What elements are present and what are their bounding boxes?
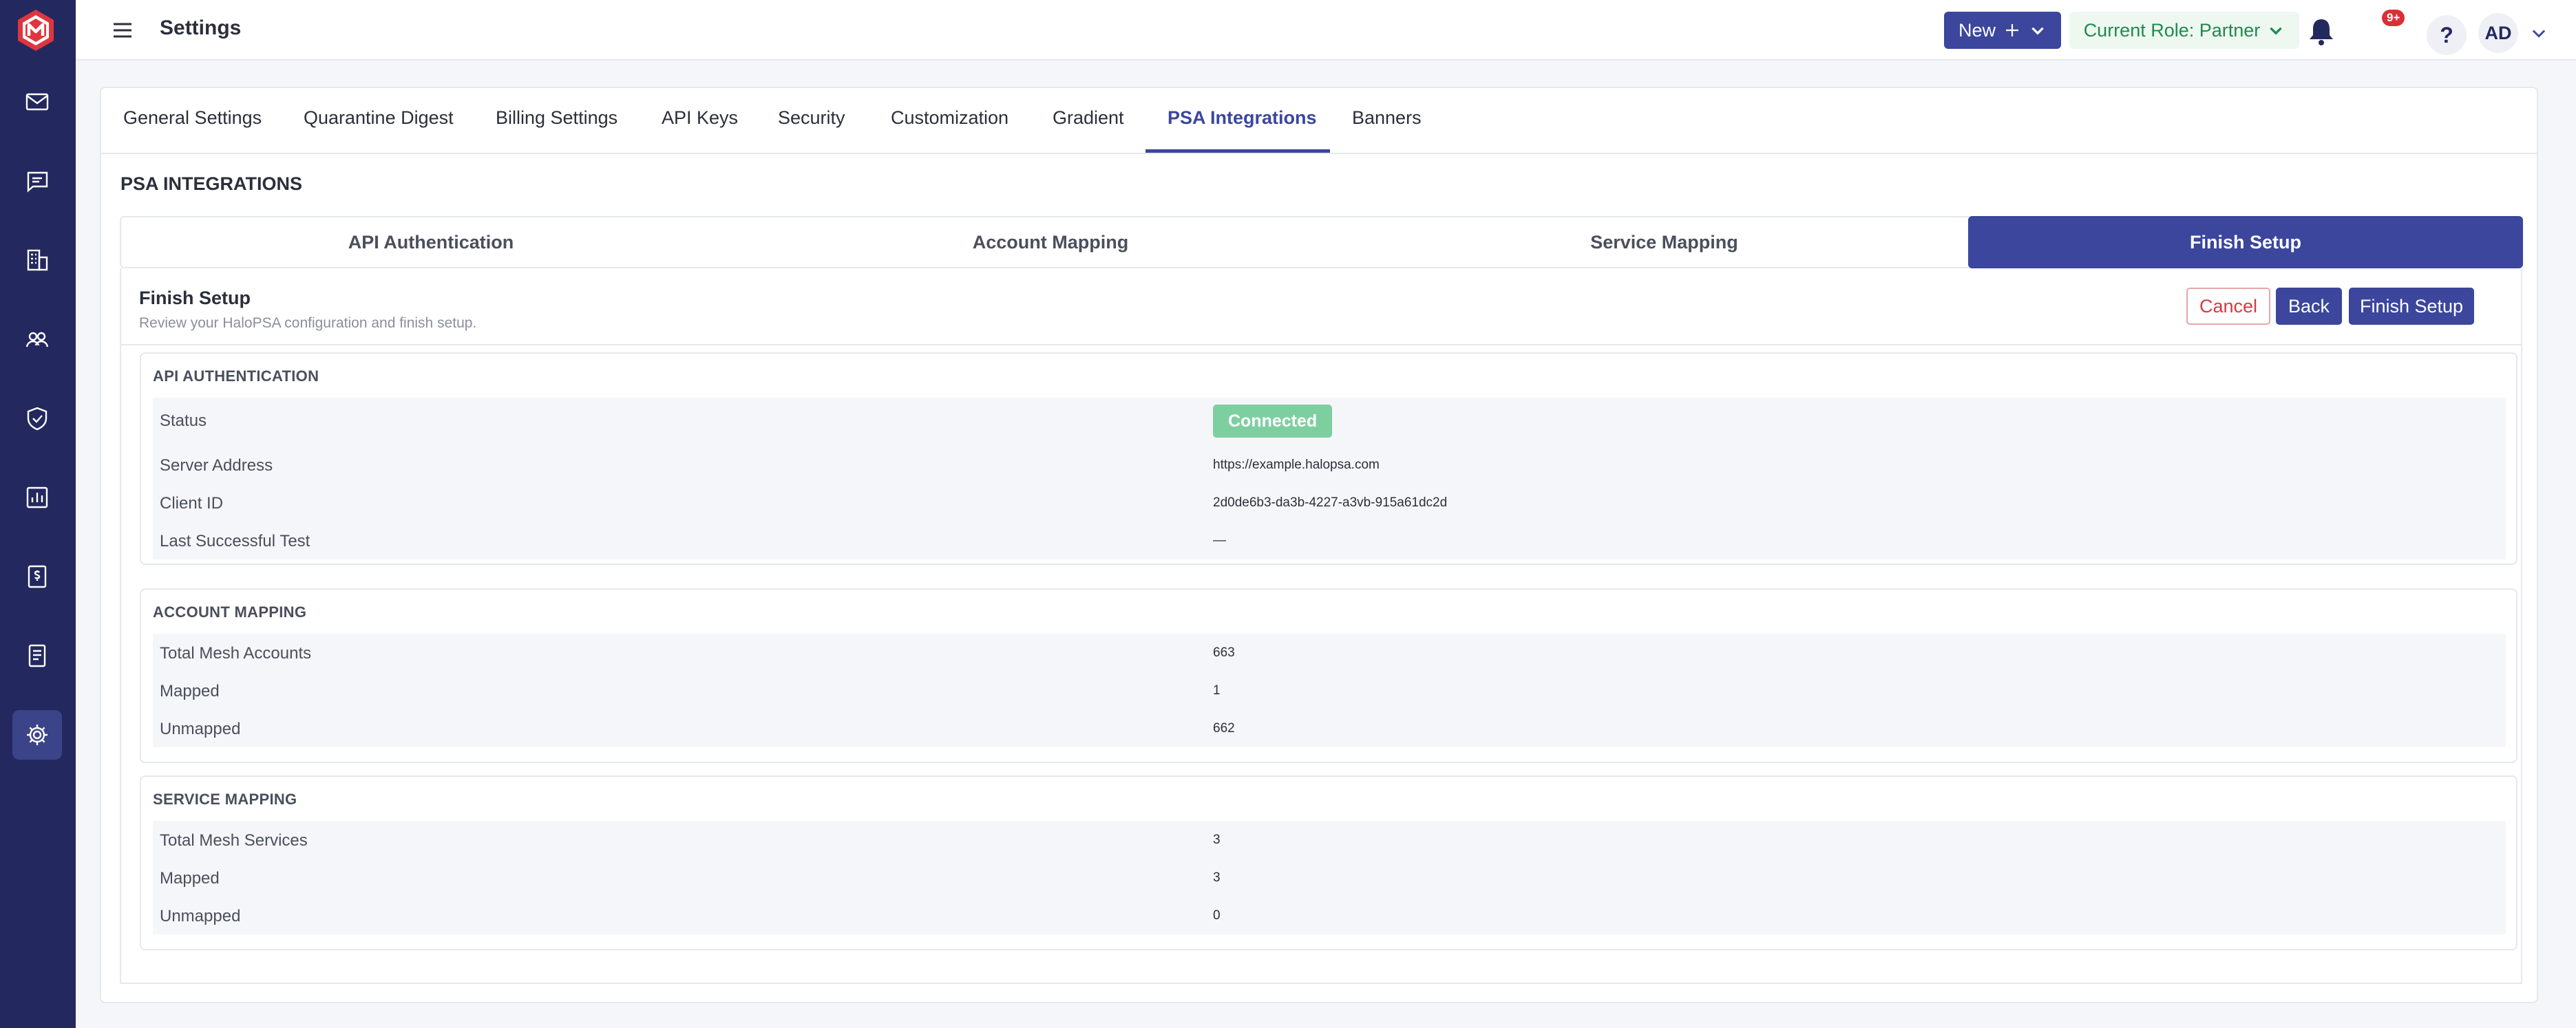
row-value: 662 bbox=[1213, 721, 1235, 736]
step-account-mapping[interactable]: Account Mapping bbox=[741, 217, 1360, 267]
section-title: PSA INTEGRATIONS bbox=[120, 173, 303, 194]
row-value: 0 bbox=[1213, 908, 1221, 923]
document-icon bbox=[28, 644, 46, 667]
shield-icon bbox=[27, 407, 47, 431]
table-row: Total Mesh Accounts 663 bbox=[153, 634, 2506, 672]
service-mapping-group: SERVICE MAPPING Total Mesh Services 3 Ma… bbox=[140, 775, 2517, 950]
step-api-authentication[interactable]: API Authentication bbox=[121, 217, 741, 267]
sidebar-item-documents[interactable] bbox=[12, 631, 62, 681]
sidebar-item-settings[interactable] bbox=[12, 710, 62, 760]
settings-tabs: General Settings Quarantine Digest Billi… bbox=[101, 88, 2537, 154]
panel-subtitle: Review your HaloPSA configuration and fi… bbox=[139, 315, 477, 331]
sidebar-item-mail[interactable] bbox=[12, 77, 62, 127]
sidebar-item-security[interactable] bbox=[12, 394, 62, 443]
new-button[interactable]: New bbox=[1944, 12, 2061, 49]
row-label: Unmapped bbox=[160, 720, 241, 738]
panel-title: Finish Setup bbox=[139, 288, 251, 308]
back-button[interactable]: Back bbox=[2276, 288, 2342, 325]
report-icon bbox=[26, 486, 48, 508]
tab-general-settings[interactable]: General Settings bbox=[123, 107, 262, 129]
status-badge: Connected bbox=[1213, 405, 1333, 438]
table-row: Unmapped 0 bbox=[153, 897, 2506, 934]
account-mapping-rows: Total Mesh Accounts 663 Mapped 1 Unmappe… bbox=[153, 634, 2506, 747]
account-mapping-group: ACCOUNT MAPPING Total Mesh Accounts 663 … bbox=[140, 588, 2517, 763]
row-label: Total Mesh Services bbox=[160, 831, 308, 850]
row-value: 1 bbox=[1213, 683, 1221, 698]
table-row: Server Address https://example.halopsa.c… bbox=[153, 446, 2506, 484]
sidebar-item-reports[interactable] bbox=[12, 473, 62, 522]
table-row: Mapped 3 bbox=[153, 859, 2506, 897]
row-value: 3 bbox=[1213, 833, 1221, 847]
notification-badge: 9+ bbox=[2382, 10, 2405, 26]
tab-quarantine-digest[interactable]: Quarantine Digest bbox=[304, 107, 454, 129]
tab-banners[interactable]: Banners bbox=[1352, 107, 1422, 129]
tab-gradient[interactable]: Gradient bbox=[1053, 107, 1124, 129]
group-title: API AUTHENTICATION bbox=[153, 367, 319, 385]
billing-icon bbox=[28, 565, 47, 588]
mail-icon bbox=[25, 93, 49, 111]
row-value: https://example.halopsa.com bbox=[1213, 458, 1380, 472]
current-role-label: Current Role: Partner bbox=[2083, 19, 2261, 41]
tab-customization[interactable]: Customization bbox=[891, 107, 1009, 129]
step-service-mapping[interactable]: Service Mapping bbox=[1360, 217, 1968, 267]
panel-header: Finish Setup Review your HaloPSA configu… bbox=[121, 268, 2521, 345]
sidebar bbox=[0, 0, 76, 1028]
sidebar-item-billing[interactable] bbox=[12, 552, 62, 601]
row-label: Last Successful Test bbox=[160, 532, 310, 550]
sidebar-item-users[interactable] bbox=[12, 314, 62, 364]
group-title: SERVICE MAPPING bbox=[153, 791, 297, 808]
sidebar-item-messages[interactable] bbox=[12, 156, 62, 206]
row-label: Total Mesh Accounts bbox=[160, 644, 312, 663]
table-row: Last Successful Test — bbox=[153, 522, 2506, 559]
row-label: Status bbox=[160, 411, 207, 430]
notifications-bell-icon[interactable] bbox=[2301, 14, 2342, 48]
tab-billing-settings[interactable]: Billing Settings bbox=[496, 107, 617, 129]
help-button[interactable]: ? bbox=[2427, 15, 2467, 55]
cancel-button[interactable]: Cancel bbox=[2186, 288, 2270, 325]
row-label: Unmapped bbox=[160, 907, 241, 925]
api-authentication-group: API AUTHENTICATION Status Connected Serv… bbox=[140, 352, 2517, 565]
step-finish-setup[interactable]: Finish Setup bbox=[1968, 216, 2523, 268]
menu-icon[interactable] bbox=[110, 18, 135, 43]
settings-card: General Settings Quarantine Digest Billi… bbox=[100, 87, 2538, 1003]
row-value: 663 bbox=[1213, 645, 1235, 660]
gear-icon bbox=[27, 725, 47, 745]
plus-icon bbox=[2006, 24, 2018, 36]
tab-psa-integrations[interactable]: PSA Integrations bbox=[1168, 107, 1317, 129]
finish-setup-panel: Finish Setup Review your HaloPSA configu… bbox=[120, 268, 2522, 984]
users-icon bbox=[25, 332, 49, 347]
setup-steps: API Authentication Account Mapping Servi… bbox=[120, 216, 2523, 268]
service-mapping-rows: Total Mesh Services 3 Mapped 3 Unmapped … bbox=[153, 821, 2506, 934]
avatar[interactable]: AD bbox=[2478, 13, 2518, 53]
table-row: Mapped 1 bbox=[153, 672, 2506, 709]
message-icon bbox=[27, 171, 48, 193]
table-row: Unmapped 662 bbox=[153, 709, 2506, 747]
sidebar-item-organizations[interactable] bbox=[12, 235, 62, 285]
row-label: Client ID bbox=[160, 494, 224, 513]
page-title: Settings bbox=[160, 17, 242, 39]
chevron-down-icon bbox=[2270, 27, 2283, 35]
group-title: ACCOUNT MAPPING bbox=[153, 603, 307, 621]
row-value: 2d0de6b3-da3b-4227-a3vb-915a61dc2d bbox=[1213, 495, 1448, 510]
table-row: Status Connected bbox=[153, 398, 2506, 446]
brand-logo-icon[interactable] bbox=[12, 7, 59, 54]
finish-setup-button[interactable]: Finish Setup bbox=[2349, 288, 2474, 325]
chevron-down-icon[interactable] bbox=[2529, 23, 2548, 43]
row-label: Server Address bbox=[160, 456, 273, 475]
tab-api-keys[interactable]: API Keys bbox=[662, 107, 738, 129]
table-row: Client ID 2d0de6b3-da3b-4227-a3vb-915a61… bbox=[153, 484, 2506, 522]
row-value: 3 bbox=[1213, 870, 1221, 885]
row-label: Mapped bbox=[160, 869, 220, 888]
api-authentication-rows: Status Connected Server Address https://… bbox=[153, 398, 2506, 559]
active-tab-indicator bbox=[1146, 149, 1330, 153]
current-role-dropdown[interactable]: Current Role: Partner bbox=[2069, 12, 2299, 49]
building-icon bbox=[27, 249, 48, 271]
tab-security[interactable]: Security bbox=[778, 107, 845, 129]
row-label: Mapped bbox=[160, 682, 220, 700]
new-button-label: New bbox=[1958, 19, 1996, 41]
table-row: Total Mesh Services 3 bbox=[153, 821, 2506, 859]
row-value: — bbox=[1213, 533, 1226, 548]
chevron-down-icon bbox=[2031, 27, 2044, 35]
